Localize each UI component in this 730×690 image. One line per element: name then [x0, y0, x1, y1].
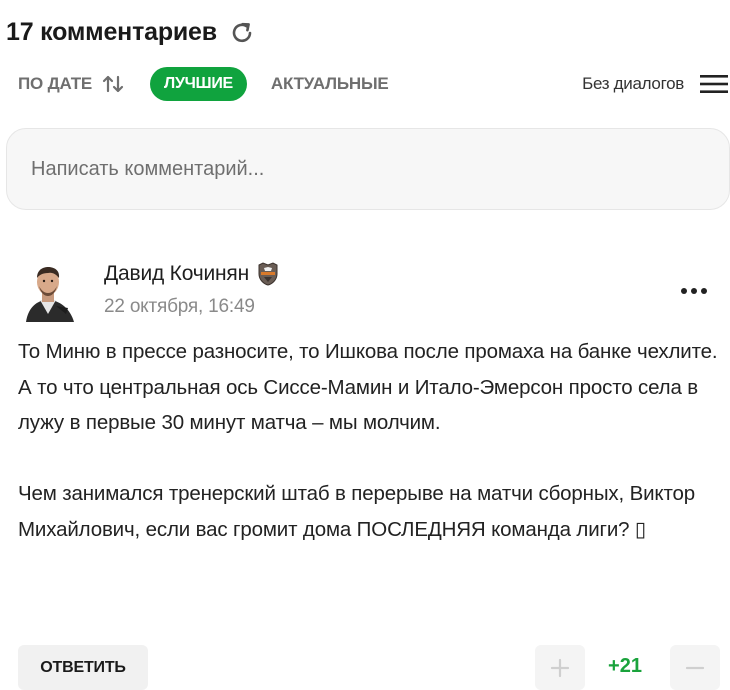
comment-paragraph: Чем занимался тренерский штаб в перерыве… — [18, 476, 730, 547]
comment-body: То Миню в прессе разносите, то Ишкова по… — [18, 334, 730, 547]
sort-actual-tab[interactable]: АКТУАЛЬНЫЕ — [271, 74, 389, 94]
refresh-icon[interactable] — [229, 20, 255, 46]
author-name[interactable]: Давид Кочинян — [104, 262, 249, 286]
comment-score: +21 — [608, 655, 642, 677]
downvote-button[interactable] — [670, 645, 720, 690]
club-badge-icon — [257, 262, 279, 286]
comment-input[interactable]: Написать комментарий... — [6, 128, 730, 210]
sort-bar: ПО ДАТЕ ЛУЧШИЕ АКТУАЛЬНЫЕ Без диалогов — [18, 66, 730, 102]
no-dialogs-toggle[interactable]: Без диалогов — [582, 74, 684, 94]
upvote-button[interactable] — [535, 645, 585, 690]
comment-author: Давид Кочинян — [104, 262, 279, 286]
comment-paragraph-text: Чем занимался тренерский штаб в перерыве… — [18, 482, 695, 541]
comments-header: 17 комментариев — [6, 18, 255, 47]
comment-input-placeholder: Написать комментарий... — [31, 157, 265, 180]
comment-paragraph: То Миню в прессе разносите, то Ишкова по… — [18, 340, 718, 434]
comments-count-title: 17 комментариев — [6, 18, 217, 46]
more-dots-icon[interactable] — [678, 282, 710, 300]
plus-icon — [550, 658, 570, 678]
avatar[interactable] — [18, 262, 76, 324]
sort-best-tab[interactable]: ЛУЧШИЕ — [150, 67, 247, 101]
sort-arrows-icon — [102, 74, 124, 94]
sort-by-date-label: ПО ДАТЕ — [18, 74, 93, 93]
reply-button[interactable]: ОТВЕТИТЬ — [18, 645, 148, 690]
minus-icon — [685, 658, 705, 678]
sort-by-date[interactable]: ПО ДАТЕ — [18, 74, 124, 94]
hamburger-menu-icon[interactable] — [700, 73, 728, 95]
comment-date: 22 октября, 16:49 — [104, 296, 255, 317]
emoji-placeholder-glyph: ▯ — [634, 517, 647, 541]
